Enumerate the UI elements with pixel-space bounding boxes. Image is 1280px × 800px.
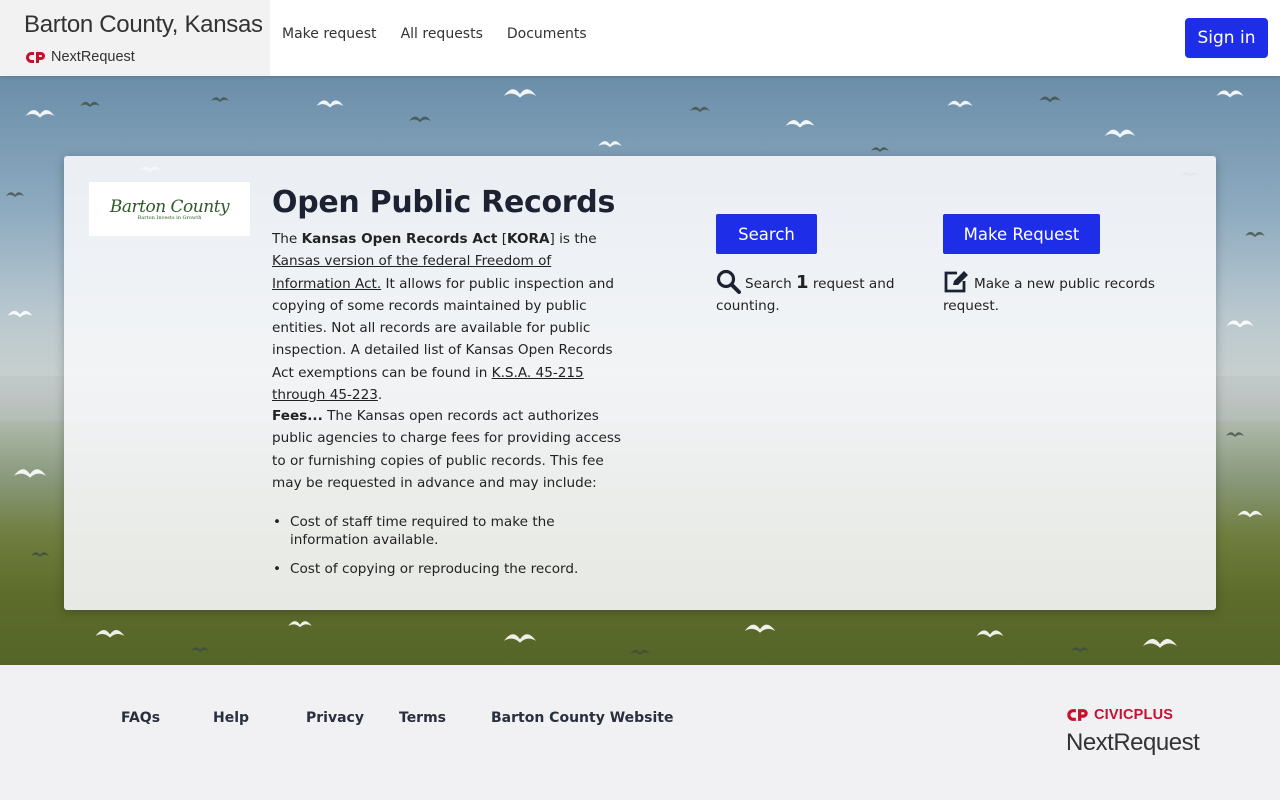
page-title: Open Public Records — [272, 185, 616, 220]
list-item: Cost of staff time required to make the … — [272, 513, 632, 549]
desc-text: . — [377, 387, 383, 404]
fees-text: The Kansas open records act authorizes p… — [272, 408, 621, 491]
desc-text: [ — [497, 231, 508, 247]
civic-word: CIVIC — [1094, 707, 1134, 723]
brand-block[interactable]: Barton County, Kansas NextRequest — [0, 0, 270, 76]
search-info: Search 1 request and counting. — [716, 269, 916, 318]
desc-bold-kora: KORA — [507, 231, 550, 247]
desc-bold-act: Kansas Open Records Act — [301, 231, 498, 247]
make-request-info: Make a new public records request. — [943, 269, 1163, 318]
plus-word: PLUS — [1133, 707, 1174, 723]
list-item: Cost of copying or reproducing the recor… — [272, 560, 632, 578]
footer-link-terms[interactable]: Terms — [399, 710, 446, 726]
footer-link-privacy[interactable]: Privacy — [306, 710, 364, 726]
logo-tagline: Barton Invests in Growth — [137, 215, 202, 221]
edit-icon — [944, 271, 968, 293]
brand-title[interactable]: Barton County, Kansas — [24, 11, 263, 39]
nav-all-requests[interactable]: All requests — [401, 26, 483, 42]
fees-list: Cost of staff time required to make the … — [272, 513, 632, 589]
search-prefix: Search — [745, 276, 797, 292]
top-header: Barton County, Kansas NextRequest Make r… — [0, 0, 1280, 76]
fees-label: Fees... — [272, 408, 323, 424]
sign-in-button[interactable]: Sign in — [1185, 18, 1268, 58]
main-nav: Make request All requests Documents — [282, 26, 611, 42]
nextrequest-wordmark: NextRequest — [1066, 729, 1200, 756]
footer: FAQs Help Privacy Terms Barton County We… — [0, 665, 1280, 800]
civicplus-logo-icon — [26, 51, 45, 63]
nav-documents[interactable]: Documents — [507, 26, 587, 42]
footer-link-help[interactable]: Help — [213, 710, 249, 726]
search-icon — [716, 269, 741, 294]
records-card: Barton County Barton Invests in Growth O… — [64, 156, 1216, 610]
brand-sub-label: NextRequest — [51, 49, 135, 65]
civicplus-logo[interactable]: CIVICPLUS — [1066, 707, 1173, 723]
make-request-button[interactable]: Make Request — [943, 214, 1100, 254]
civicplus-wordmark: CIVICPLUS — [1094, 707, 1173, 723]
barton-county-logo: Barton County Barton Invests in Growth — [89, 182, 250, 236]
nextrequest-brand: NextRequest — [25, 49, 135, 65]
footer-link-faqs[interactable]: FAQs — [121, 710, 160, 726]
search-button[interactable]: Search — [716, 214, 817, 254]
logo-text: Barton County — [109, 197, 230, 217]
footer-link-county-website[interactable]: Barton County Website — [491, 710, 673, 726]
fees-paragraph: Fees... The Kansas open records act auth… — [272, 405, 632, 494]
make-request-text: Make a new public records request. — [943, 276, 1155, 315]
nav-make-request[interactable]: Make request — [282, 26, 377, 42]
civicplus-mark-icon — [1067, 709, 1088, 721]
desc-text: The — [272, 231, 302, 247]
desc-text: ] is the — [549, 231, 597, 247]
request-count: 1 — [796, 272, 809, 293]
kora-description: The Kansas Open Records Act [KORA] is th… — [272, 228, 632, 406]
